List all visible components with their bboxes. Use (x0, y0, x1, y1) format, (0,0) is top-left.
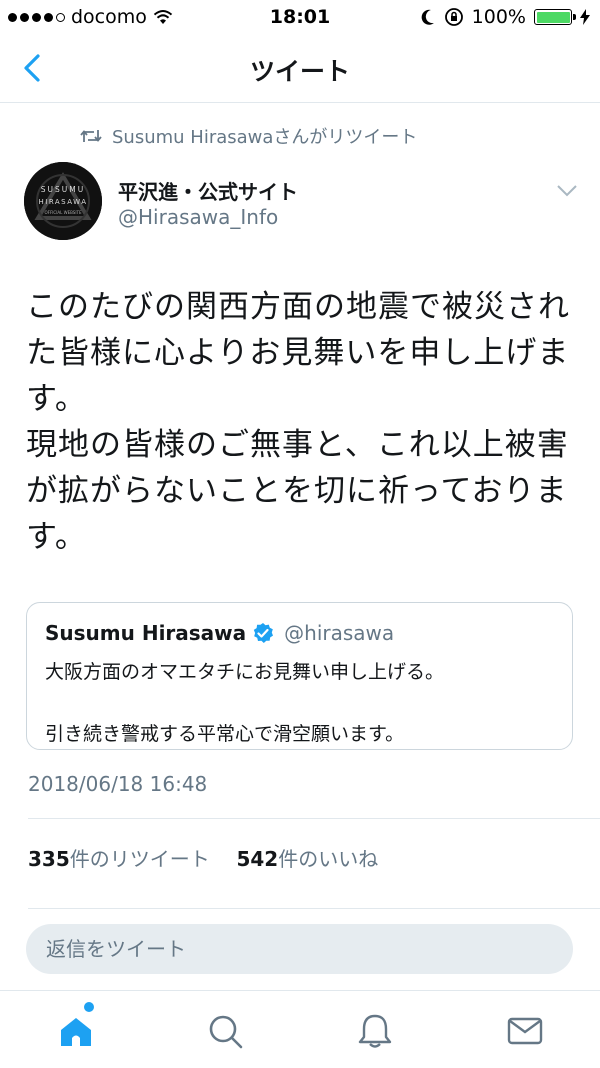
messages-icon[interactable] (505, 1011, 545, 1051)
notifications-icon[interactable] (355, 1011, 395, 1051)
nav-bar: ツイート (0, 36, 600, 103)
battery-icon (534, 9, 576, 25)
tweet-stats: 335件のリツイート 542件のいいね (28, 843, 378, 872)
quoted-tweet-header: Susumu Hirasawa @hirasawa (45, 621, 394, 645)
rotation-lock-icon (444, 8, 463, 26)
quoted-author-name: Susumu Hirasawa (45, 621, 247, 645)
home-icon[interactable] (56, 1011, 96, 1051)
avatar[interactable]: SUSUMU HIRASAWA OFFICIAL WEBSITE (24, 162, 102, 240)
like-count: 542 (236, 847, 279, 871)
retweet-label: 件のリツイート (69, 847, 210, 871)
divider (28, 818, 600, 819)
quoted-author-handle: @hirasawa (284, 621, 395, 645)
author-name[interactable]: 平沢進・公式サイト (118, 176, 298, 205)
reply-bar: 返信をツイート (0, 910, 600, 990)
battery-percent: 100% (471, 6, 526, 28)
page-title: ツイート (249, 57, 350, 86)
avatar-image: SUSUMU HIRASAWA OFFICIAL WEBSITE (24, 162, 102, 240)
moon-icon (421, 9, 434, 25)
retweet-context-label: Susumu Hirasawaさんがリツイート (112, 127, 418, 148)
retweet-context[interactable]: Susumu Hirasawaさんがリツイート (80, 123, 417, 149)
quoted-tweet-text: 大阪方面のオマエタチにお見舞い申し上げる。 引き続き警戒する平常心で滑空願います… (45, 661, 445, 745)
avatar-text-line2: HIRASAWA (38, 198, 87, 206)
quoted-tweet[interactable]: Susumu Hirasawa @hirasawa 大阪方面のオマエタチにお見舞… (26, 602, 573, 750)
retweet-stat[interactable]: 335件のリツイート (28, 847, 210, 871)
retweet-icon (80, 130, 102, 142)
retweet-count: 335 (28, 847, 70, 871)
tweet-text: このたびの関西方面の地震で被災された皆様に心よりお見舞いを申し上げます。 現地の… (26, 289, 570, 555)
divider (28, 908, 600, 909)
tweet-timestamp: 2018/06/18 16:48 (28, 772, 208, 796)
verified-badge-icon (253, 623, 274, 643)
reply-input[interactable]: 返信をツイート (26, 924, 573, 974)
chevron-down-icon[interactable] (556, 184, 578, 198)
home-badge (84, 1002, 94, 1012)
status-bar: docomo 18:01 100% (0, 0, 600, 36)
like-stat[interactable]: 542件のいいね (236, 847, 378, 871)
charging-icon (580, 9, 590, 25)
like-label: 件のいいね (278, 847, 379, 871)
author-handle[interactable]: @Hirasawa_Info (118, 205, 278, 229)
avatar-text-line1: SUSUMU (41, 185, 85, 194)
search-icon[interactable] (205, 1011, 245, 1051)
status-right: 100% (420, 6, 590, 28)
avatar-text-line3: OFFICIAL WEBSITE (45, 210, 82, 215)
